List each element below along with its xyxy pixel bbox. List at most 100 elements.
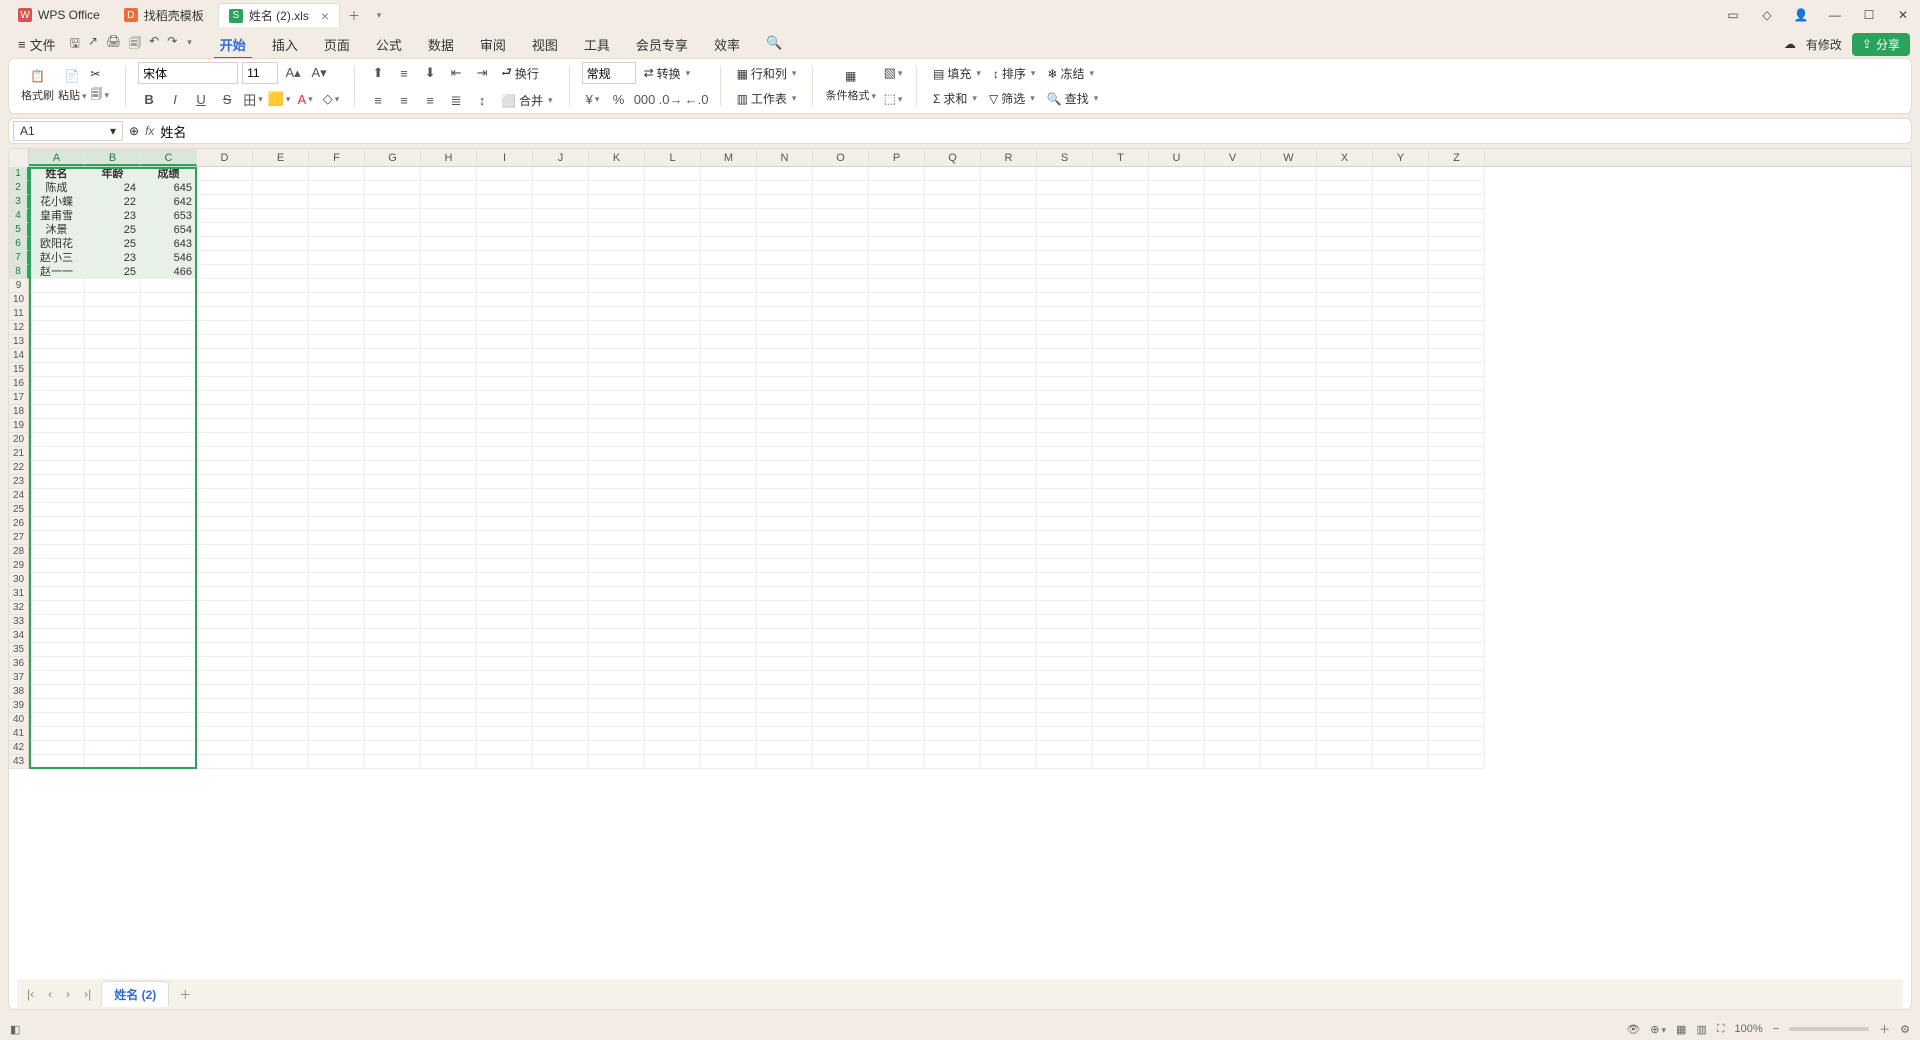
cell[interactable] xyxy=(421,293,477,307)
tab-efficiency[interactable]: 效率 xyxy=(702,31,752,58)
cell[interactable] xyxy=(365,629,421,643)
cell[interactable] xyxy=(869,657,925,671)
cell[interactable] xyxy=(1093,181,1149,195)
cell[interactable] xyxy=(29,503,85,517)
cell[interactable] xyxy=(477,657,533,671)
cell[interactable] xyxy=(477,531,533,545)
row-header[interactable]: 3 xyxy=(9,195,29,209)
cell[interactable] xyxy=(757,601,813,615)
cell[interactable]: 642 xyxy=(141,195,197,209)
cell[interactable] xyxy=(1093,237,1149,251)
cell[interactable] xyxy=(1261,573,1317,587)
cell[interactable] xyxy=(589,475,645,489)
cell[interactable] xyxy=(533,391,589,405)
cell[interactable] xyxy=(197,671,253,685)
file-tab[interactable]: S 姓名 (2).xls × xyxy=(218,3,340,27)
cell[interactable] xyxy=(365,293,421,307)
cell[interactable] xyxy=(869,755,925,769)
table-style-icon[interactable]: ▦ xyxy=(845,69,856,83)
row-header[interactable]: 5 xyxy=(9,223,29,237)
cell[interactable] xyxy=(477,363,533,377)
cell[interactable] xyxy=(925,657,981,671)
cell[interactable] xyxy=(477,237,533,251)
cell[interactable] xyxy=(1037,237,1093,251)
cell[interactable] xyxy=(533,349,589,363)
cell[interactable] xyxy=(1317,755,1373,769)
cell[interactable] xyxy=(701,741,757,755)
cell[interactable] xyxy=(981,181,1037,195)
cell[interactable] xyxy=(1261,419,1317,433)
cell[interactable] xyxy=(645,615,701,629)
cell[interactable] xyxy=(1261,405,1317,419)
cell[interactable] xyxy=(645,293,701,307)
cell[interactable] xyxy=(421,433,477,447)
cell[interactable] xyxy=(1205,741,1261,755)
cell[interactable] xyxy=(533,377,589,391)
cell[interactable] xyxy=(253,615,309,629)
cell[interactable] xyxy=(309,587,365,601)
cell[interactable] xyxy=(1373,531,1429,545)
cell[interactable] xyxy=(1373,615,1429,629)
cell[interactable] xyxy=(701,419,757,433)
cell[interactable] xyxy=(309,657,365,671)
cell[interactable] xyxy=(645,223,701,237)
cell[interactable] xyxy=(253,377,309,391)
cell[interactable] xyxy=(533,685,589,699)
row-header[interactable]: 6 xyxy=(9,237,29,251)
row-header[interactable]: 10 xyxy=(9,293,29,307)
cell[interactable] xyxy=(421,377,477,391)
cell[interactable] xyxy=(421,629,477,643)
cell[interactable] xyxy=(925,433,981,447)
orientation-icon[interactable]: ↕ xyxy=(471,90,493,112)
cell[interactable] xyxy=(589,573,645,587)
cell[interactable] xyxy=(533,475,589,489)
cell[interactable] xyxy=(253,489,309,503)
cell[interactable] xyxy=(253,209,309,223)
cell[interactable] xyxy=(701,531,757,545)
cell[interactable] xyxy=(533,643,589,657)
cell[interactable] xyxy=(141,489,197,503)
fullscreen-icon[interactable]: ⛶ xyxy=(1717,1023,1725,1036)
cell[interactable] xyxy=(85,475,141,489)
cell[interactable] xyxy=(477,265,533,279)
col-header-Q[interactable]: Q xyxy=(925,149,981,166)
cell[interactable] xyxy=(421,475,477,489)
cell[interactable] xyxy=(197,517,253,531)
cell[interactable] xyxy=(981,349,1037,363)
convert-button[interactable]: ⇄转换 xyxy=(640,63,695,84)
cell[interactable] xyxy=(197,615,253,629)
cell[interactable] xyxy=(925,517,981,531)
cell[interactable] xyxy=(981,671,1037,685)
cell[interactable] xyxy=(645,461,701,475)
cell[interactable] xyxy=(757,419,813,433)
row-header[interactable]: 20 xyxy=(9,433,29,447)
cell[interactable] xyxy=(197,279,253,293)
cell[interactable] xyxy=(589,293,645,307)
cell[interactable] xyxy=(1205,223,1261,237)
cell[interactable] xyxy=(1149,643,1205,657)
cell[interactable] xyxy=(645,531,701,545)
cell[interactable] xyxy=(309,643,365,657)
tab-tools[interactable]: 工具 xyxy=(572,31,622,58)
cell[interactable] xyxy=(477,713,533,727)
cell[interactable] xyxy=(421,265,477,279)
cell[interactable] xyxy=(365,671,421,685)
save-icon[interactable]: 🖫 xyxy=(70,34,80,55)
cell[interactable] xyxy=(309,335,365,349)
cell[interactable] xyxy=(757,713,813,727)
cell[interactable] xyxy=(1205,615,1261,629)
cell[interactable] xyxy=(1429,601,1485,615)
cell[interactable] xyxy=(197,335,253,349)
cell[interactable] xyxy=(869,293,925,307)
cell[interactable] xyxy=(701,181,757,195)
cell[interactable] xyxy=(1037,279,1093,293)
cell[interactable] xyxy=(589,321,645,335)
cell[interactable] xyxy=(1149,461,1205,475)
cell[interactable] xyxy=(701,461,757,475)
cell[interactable] xyxy=(1093,209,1149,223)
cell[interactable] xyxy=(1149,181,1205,195)
cell[interactable] xyxy=(365,195,421,209)
cell[interactable] xyxy=(29,587,85,601)
row-header[interactable]: 24 xyxy=(9,489,29,503)
cell[interactable] xyxy=(29,475,85,489)
